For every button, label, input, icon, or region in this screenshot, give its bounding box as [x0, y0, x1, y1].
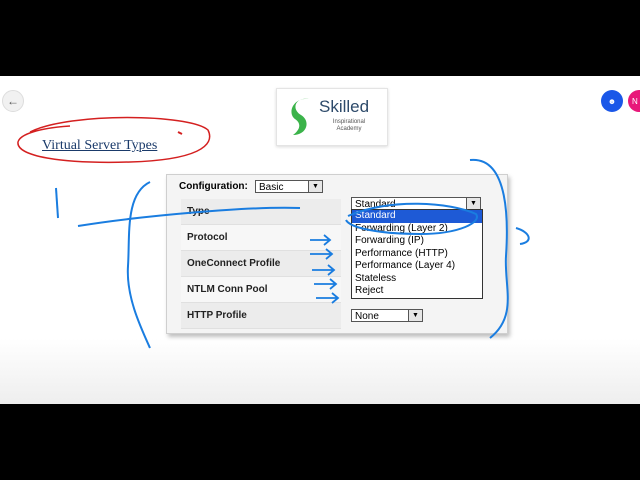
back-button[interactable]: ←	[2, 90, 24, 112]
type-dropdown-list: Standard Forwarding (Layer 2) Forwarding…	[351, 209, 483, 299]
configuration-select-value: Basic	[259, 182, 284, 193]
http-profile-select-value: None	[355, 311, 379, 322]
row-protocol: Protocol	[181, 225, 341, 251]
row-ntlm-conn-pool: NTLM Conn Pool	[181, 277, 341, 303]
type-option-forwarding-ip[interactable]: Forwarding (IP)	[352, 235, 482, 248]
skilled-logo: Skilled Inspirational Academy	[276, 88, 388, 146]
http-profile-select[interactable]: None ▼	[351, 309, 423, 322]
row-protocol-label: Protocol	[187, 232, 228, 243]
type-option-reject[interactable]: Reject	[352, 285, 482, 298]
type-option-performance-http[interactable]: Performance (HTTP)	[352, 248, 482, 261]
letterbox-top	[0, 0, 640, 76]
logo-tagline-line1: Inspirational	[332, 119, 366, 125]
blue-ink-stroke	[515, 227, 530, 245]
chevron-down-icon: ▼	[308, 181, 322, 192]
type-option-forwarding-layer2[interactable]: Forwarding (Layer 2)	[352, 223, 482, 236]
row-oneconnect-profile: OneConnect Profile	[181, 251, 341, 277]
skilled-s-logo-icon	[291, 98, 309, 135]
logo-wordmark: Skilled	[319, 97, 370, 116]
blue-ink-brace-left	[126, 181, 151, 349]
chevron-down-icon: ▼	[466, 198, 480, 209]
row-type: Type	[181, 199, 341, 225]
letterbox-bottom	[0, 404, 640, 480]
participant-avatar-pink[interactable]: N	[628, 90, 640, 112]
logo-tagline: Inspirational Academy	[323, 119, 375, 133]
type-option-performance-layer4[interactable]: Performance (Layer 4)	[352, 260, 482, 273]
avatar-initial: N	[632, 96, 638, 106]
row-type-label: Type	[187, 206, 210, 217]
blue-ink-stroke	[55, 187, 59, 219]
logo-tagline-line2: Academy	[336, 126, 362, 132]
red-ink-dot	[177, 131, 183, 135]
slide-title: Virtual Server Types	[42, 138, 158, 153]
configuration-select[interactable]: Basic ▼	[255, 180, 323, 193]
row-oneconnect-label: OneConnect Profile	[187, 258, 281, 269]
virtual-server-config-panel: Configuration: Basic ▼ Type Protocol One…	[166, 174, 508, 334]
row-http-profile: HTTP Profile	[181, 303, 341, 329]
type-option-stateless[interactable]: Stateless	[352, 273, 482, 286]
row-ntlm-label: NTLM Conn Pool	[187, 284, 268, 295]
configuration-label: Configuration:	[179, 181, 248, 192]
row-http-profile-label: HTTP Profile	[187, 310, 247, 321]
participant-avatar-blue[interactable]: ☻	[601, 90, 623, 112]
chevron-down-icon: ▼	[408, 310, 422, 321]
type-option-standard[interactable]: Standard	[352, 210, 482, 223]
arrow-left-icon: ←	[7, 94, 19, 108]
user-icon: ☻	[607, 96, 617, 106]
slide-canvas: ← Skilled Inspirational Academy ☻ N Virt…	[0, 76, 640, 404]
